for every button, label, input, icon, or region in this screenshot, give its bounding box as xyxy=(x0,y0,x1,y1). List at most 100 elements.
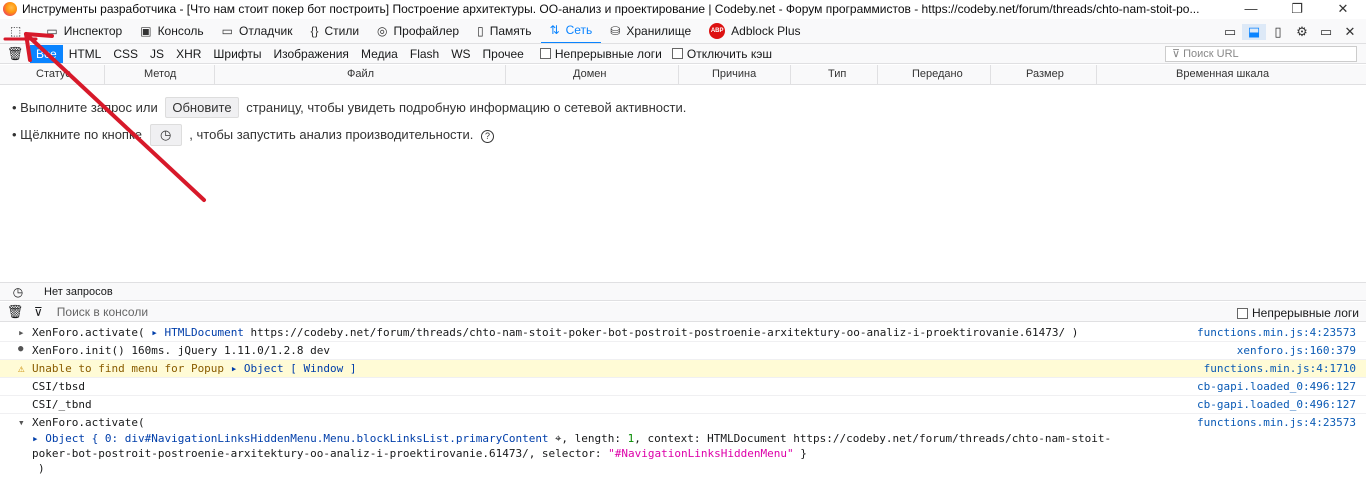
filter-media[interactable]: Медиа xyxy=(355,45,404,63)
msg-text: Unable to find menu for Popup xyxy=(32,362,231,375)
filter-js[interactable]: JS xyxy=(144,45,170,63)
console-persist-checkbox[interactable] xyxy=(1237,307,1248,319)
console-filter-input[interactable]: Поиск в консоли xyxy=(57,305,148,319)
disable-cache-checkbox[interactable] xyxy=(671,48,683,59)
console-toolbar: 🗑 ⊽ Поиск в консоли Непрерывные логи xyxy=(0,302,1366,322)
tab-performance[interactable]: ◎ Профайлер xyxy=(368,19,468,43)
split-console-icon[interactable]: ▭ xyxy=(1218,24,1242,40)
restore-button[interactable]: ❐ xyxy=(1274,0,1320,18)
inspect-node-icon[interactable]: ⌖ xyxy=(549,432,561,445)
col-size[interactable]: Размер xyxy=(1026,68,1064,80)
empty-hint-text: • Щёлкните по кнопке xyxy=(12,127,143,142)
devtools-toolbar: ⬚ ▭ Инспектор ▣ Консоль ▭ Отладчик {} Стили … xyxy=(0,19,1366,44)
tab-debugger[interactable]: ▭ Отладчик xyxy=(213,19,302,43)
trash-icon[interactable]: 🗑 xyxy=(0,46,30,62)
console-warning[interactable]: ⚠ Unable to find menu for Popup ▸ Object… xyxy=(0,360,1366,378)
tab-adblock-plus[interactable]: ABP Adblock Plus xyxy=(700,19,809,43)
tab-network[interactable]: ⇅ Сеть xyxy=(540,19,602,43)
filter-other[interactable]: Прочее xyxy=(477,45,530,63)
console-message[interactable]: ▸ XenForo.activate( ▸ HTMLDocument https… xyxy=(0,324,1366,342)
clear-console-icon[interactable]: 🗑 xyxy=(0,304,30,320)
console-close-paren: ) xyxy=(38,462,45,475)
col-transferred[interactable]: Передано xyxy=(912,68,963,80)
performance-analysis-button[interactable]: ◷ xyxy=(149,124,182,146)
console-message-text: XenForo.activate( ▸ HTMLDocument https:/… xyxy=(32,326,1078,339)
filter-all[interactable]: Все xyxy=(30,44,63,63)
close-devtools-icon[interactable]: ✕ xyxy=(1338,24,1362,40)
persist-logs-checkbox[interactable] xyxy=(539,48,551,59)
help-icon[interactable]: ? xyxy=(481,130,495,143)
col-timeline[interactable]: Временная шкала xyxy=(1176,68,1269,80)
console-source-link[interactable]: functions.min.js:4:23573 xyxy=(1197,326,1356,339)
dock-bottom-icon[interactable]: ⬓ xyxy=(1242,23,1266,40)
filter-flash[interactable]: Flash xyxy=(404,45,445,63)
console-source-link[interactable]: functions.min.js:4:1710 xyxy=(1204,362,1356,375)
gear-icon[interactable]: ⚙ xyxy=(1290,24,1314,40)
console-source-link[interactable]: cb-gapi.loaded_0:496:127 xyxy=(1197,380,1356,393)
col-cause[interactable]: Причина xyxy=(712,68,756,80)
console-message-text: CSI/_tbnd xyxy=(32,398,92,411)
dock-side-icon[interactable]: ▯ xyxy=(1266,24,1290,40)
filter-fonts[interactable]: Шрифты xyxy=(207,45,267,63)
console-message[interactable]: CSI/tbsd cb-gapi.loaded_0:496:127 xyxy=(0,378,1366,396)
console-message-text: Unable to find menu for Popup ▸ Object [… xyxy=(32,362,357,375)
msg-text: } xyxy=(793,447,807,460)
performance-icon[interactable]: ◷ xyxy=(0,285,36,299)
tab-debugger-label: Отладчик xyxy=(239,24,293,38)
reload-button[interactable]: Обновите xyxy=(165,97,239,118)
info-icon: ● xyxy=(18,344,24,354)
console-source-link[interactable]: xenforo.js:160:379 xyxy=(1237,344,1356,357)
console-message[interactable]: CSI/_tbnd cb-gapi.loaded_0:496:127 xyxy=(0,396,1366,414)
url-search-input[interactable]: ⊽ Поиск URL xyxy=(1165,46,1357,62)
col-method[interactable]: Метод xyxy=(144,68,176,80)
filter-images[interactable]: Изображения xyxy=(268,45,355,63)
filter-ws[interactable]: WS xyxy=(445,45,476,63)
filter-xhr[interactable]: XHR xyxy=(170,45,207,63)
col-separator xyxy=(104,65,105,84)
expander-icon[interactable]: ▸ xyxy=(18,326,25,339)
msg-object[interactable]: ▸ Object [ Window ] xyxy=(231,362,357,375)
tab-style-editor[interactable]: {} Стили xyxy=(301,19,368,43)
empty-hint-reload: • Выполните запрос или Обновите страницу… xyxy=(12,97,686,118)
performance-icon: ◎ xyxy=(377,24,388,38)
url-search-placeholder: Поиск URL xyxy=(1183,48,1239,60)
console-source-link[interactable]: functions.min.js:4:23573 xyxy=(1197,416,1356,429)
close-window-button[interactable]: ✕ xyxy=(1320,0,1366,18)
expander-icon[interactable]: ▾ xyxy=(18,416,25,429)
element-picker-icon: ⬚ xyxy=(10,24,22,38)
tab-console[interactable]: ▣ Консоль xyxy=(131,19,212,43)
msg-text: , context: HTMLDocument https://codeby.n… xyxy=(634,432,1112,445)
inspector-icon: ▭ xyxy=(46,24,58,38)
filter-html[interactable]: HTML xyxy=(63,45,108,63)
adblock-icon: ABP xyxy=(709,23,726,39)
col-status[interactable]: Статус xyxy=(36,68,71,80)
empty-hint-performance: • Щёлкните по кнопке ◷ , чтобы запустить… xyxy=(12,124,495,146)
col-separator xyxy=(505,65,506,84)
col-domain[interactable]: Домен xyxy=(573,68,606,80)
msg-object[interactable]: ▸ HTMLDocument xyxy=(151,326,244,339)
console-persist-logs[interactable]: Непрерывные логи xyxy=(1237,306,1359,320)
msg-text: https://codeby.net/forum/threads/chto-na… xyxy=(243,326,1079,339)
console-object-text: ▸ Object { 0: div#NavigationLinksHiddenM… xyxy=(32,432,1111,446)
console-message[interactable]: ● XenForo.init() 160ms. jQuery 1.11.0/1.… xyxy=(0,342,1366,360)
empty-hint-text: , чтобы запустить анализ производительно… xyxy=(189,127,474,142)
network-filter-bar: 🗑 Все HTML CSS JS XHR Шрифты Изображения… xyxy=(0,44,1366,64)
col-file[interactable]: Файл xyxy=(347,68,374,80)
col-separator xyxy=(790,65,791,84)
console-source-link[interactable]: cb-gapi.loaded_0:496:127 xyxy=(1197,398,1356,411)
window-title: Инструменты разработчика - [Что нам стои… xyxy=(22,2,1200,16)
object-preview[interactable]: ▸ Object { 0: div#NavigationLinksHiddenM… xyxy=(32,432,549,445)
col-type[interactable]: Тип xyxy=(828,68,846,80)
tab-storage[interactable]: ⛁ Хранилище xyxy=(601,19,700,43)
tab-performance-label: Профайлер xyxy=(393,24,460,38)
element-picker-button[interactable]: ⬚ xyxy=(0,19,37,43)
tab-memory-label: Память xyxy=(489,24,532,38)
tab-inspector[interactable]: ▭ Инспектор xyxy=(37,19,131,43)
toolbar-right-icons: ▭ ⬓ ▯ ⚙ ▭ ✕ xyxy=(1218,19,1362,44)
minimize-button[interactable]: — xyxy=(1228,0,1274,18)
col-separator xyxy=(1096,65,1097,84)
debugger-icon: ▭ xyxy=(221,24,233,38)
tab-memory[interactable]: ▯ Память xyxy=(468,19,540,43)
filter-css[interactable]: CSS xyxy=(107,45,144,63)
separate-window-icon[interactable]: ▭ xyxy=(1314,24,1338,40)
